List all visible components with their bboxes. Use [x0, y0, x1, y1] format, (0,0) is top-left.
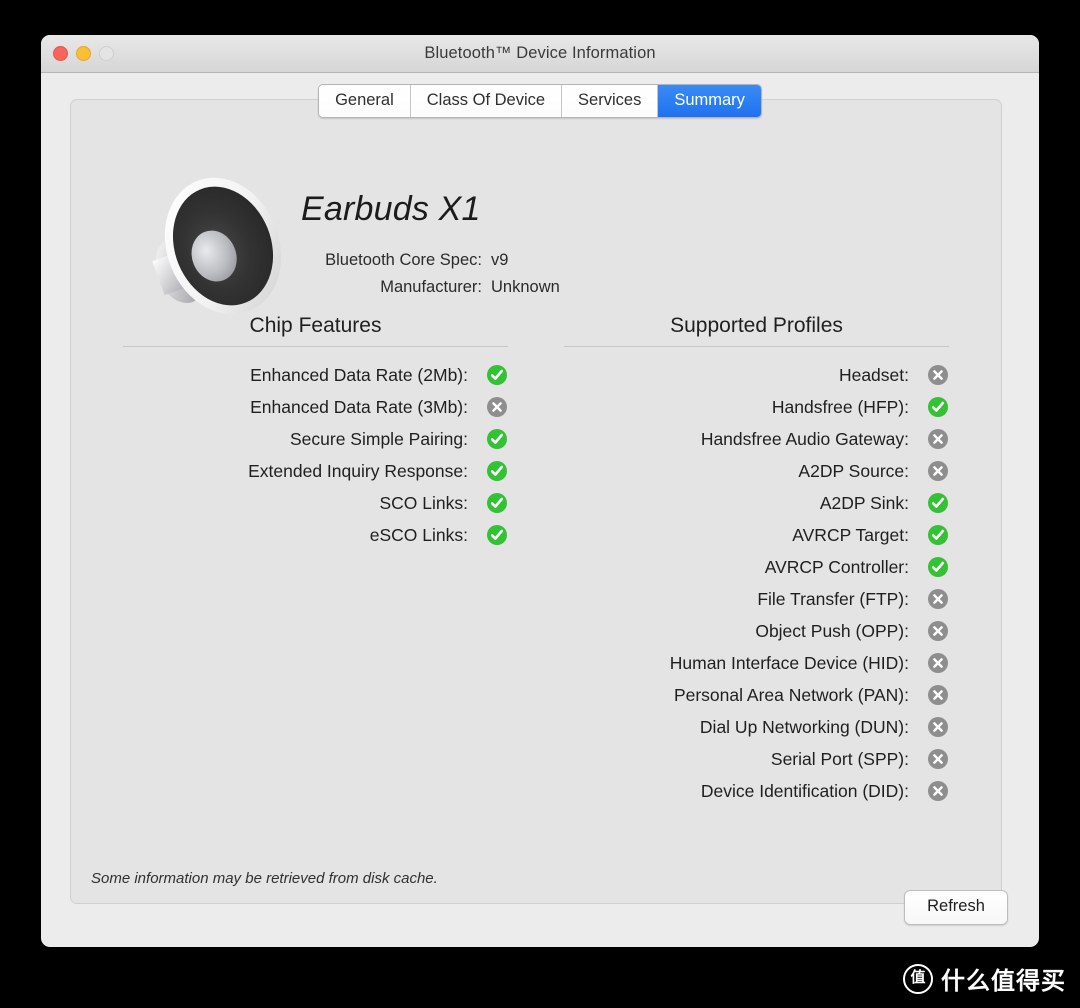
supported-profile-label: Handsfree Audio Gateway: — [700, 428, 909, 449]
tab-general[interactable]: General — [319, 85, 411, 117]
window-title: Bluetooth™ Device Information — [424, 44, 656, 62]
meta-row-core-spec: Bluetooth Core Spec: v9 — [221, 248, 631, 272]
supported-profiles-list: Headset: Handsfree (HFP): Handsfree Audio … — [564, 359, 949, 807]
supported-profile-row: File Transfer (FTP): — [564, 583, 949, 615]
supported-profile-label: Dial Up Networking (DUN): — [699, 716, 909, 737]
tab-group: General Class Of Device Services Summary — [318, 84, 762, 118]
status-supported-icon — [486, 460, 508, 482]
status-unsupported-icon — [927, 588, 949, 610]
status-supported-icon — [486, 364, 508, 386]
watermark-logo-icon: 值 — [903, 963, 933, 994]
supported-profile-row: Headset: — [564, 359, 949, 391]
close-button[interactable] — [53, 46, 68, 61]
supported-profile-label: Object Push (OPP): — [755, 620, 909, 641]
disk-cache-note: Some information may be retrieved from d… — [91, 870, 438, 887]
status-supported-icon — [486, 524, 508, 546]
supported-profile-row: Serial Port (SPP): — [564, 743, 949, 775]
status-unsupported-icon — [927, 364, 949, 386]
tab-class-of-device[interactable]: Class Of Device — [410, 85, 563, 117]
chip-features-divider — [123, 346, 508, 347]
supported-profile-row: A2DP Source: — [564, 455, 949, 487]
supported-profile-row: Dial Up Networking (DUN): — [564, 711, 949, 743]
traffic-light-buttons — [53, 46, 114, 61]
status-unsupported-icon — [927, 460, 949, 482]
zoom-button[interactable] — [99, 46, 114, 61]
tab-services[interactable]: Services — [562, 85, 659, 117]
refresh-button[interactable]: Refresh — [904, 890, 1008, 925]
chip-feature-label: Enhanced Data Rate (3Mb): — [250, 396, 468, 417]
status-unsupported-icon — [486, 396, 508, 418]
chip-feature-label: SCO Links: — [379, 492, 469, 513]
supported-profile-label: Handsfree (HFP): — [771, 396, 909, 417]
supported-profiles-divider — [564, 346, 949, 347]
device-header: Earbuds X1 Bluetooth Core Spec: v9 Manuf… — [71, 100, 1001, 315]
status-supported-icon — [927, 492, 949, 514]
status-unsupported-icon — [927, 652, 949, 674]
chip-feature-row: Extended Inquiry Response: — [123, 455, 508, 487]
meta-label-manufacturer: Manufacturer: — [380, 278, 482, 296]
watermark-text: 什么值得买 — [941, 968, 1066, 995]
chip-features-list: Enhanced Data Rate (2Mb): Enhanced Data R… — [123, 359, 508, 551]
status-unsupported-icon — [927, 428, 949, 450]
supported-profiles-title: Supported Profiles — [670, 314, 843, 337]
tab-summary[interactable]: Summary — [658, 85, 761, 117]
supported-profile-label: AVRCP Target: — [792, 524, 909, 545]
bluetooth-device-information-window: Bluetooth™ Device Information General Cl… — [41, 35, 1039, 947]
status-unsupported-icon — [927, 716, 949, 738]
supported-profile-row: Device Identification (DID): — [564, 775, 949, 807]
screen: Bluetooth™ Device Information General Cl… — [0, 0, 1080, 1008]
supported-profile-row: Handsfree (HFP): — [564, 391, 949, 423]
supported-profile-label: A2DP Source: — [798, 460, 909, 481]
status-supported-icon — [486, 428, 508, 450]
status-unsupported-icon — [927, 684, 949, 706]
status-supported-icon — [927, 524, 949, 546]
device-meta-list: Bluetooth Core Spec: v9 Manufacturer: Un… — [221, 248, 631, 302]
window-titlebar: Bluetooth™ Device Information — [41, 35, 1039, 73]
chip-feature-label: Secure Simple Pairing: — [290, 428, 468, 449]
supported-profile-label: Device Identification (DID): — [700, 780, 909, 801]
supported-profile-row: Handsfree Audio Gateway: — [564, 423, 949, 455]
chip-features-title: Chip Features — [249, 314, 382, 337]
supported-profile-row: A2DP Sink: — [564, 487, 949, 519]
tab-bar: General Class Of Device Services Summary — [41, 84, 1039, 118]
meta-row-manufacturer: Manufacturer: Unknown — [221, 275, 631, 299]
status-supported-icon — [927, 396, 949, 418]
supported-profile-row: AVRCP Controller: — [564, 551, 949, 583]
watermark: 值 什么值得买 — [903, 961, 1066, 996]
chip-feature-label: eSCO Links: — [369, 524, 468, 545]
meta-label-core-spec: Bluetooth Core Spec: — [325, 251, 482, 269]
summary-content-panel: Earbuds X1 Bluetooth Core Spec: v9 Manuf… — [70, 99, 1002, 904]
chip-feature-label: Enhanced Data Rate (2Mb): — [250, 364, 468, 385]
chip-feature-row: SCO Links: — [123, 487, 508, 519]
chip-feature-row: Secure Simple Pairing: — [123, 423, 508, 455]
meta-value-core-spec: v9 — [491, 251, 509, 269]
chip-feature-label: Extended Inquiry Response: — [248, 460, 468, 481]
supported-profile-row: Human Interface Device (HID): — [564, 647, 949, 679]
supported-profile-label: Human Interface Device (HID): — [669, 652, 909, 673]
supported-profile-label: Personal Area Network (PAN): — [673, 684, 909, 705]
status-supported-icon — [486, 492, 508, 514]
supported-profiles-column: Supported Profiles Headset: Handsfree (HF… — [536, 314, 1001, 807]
supported-profile-label: File Transfer (FTP): — [757, 588, 909, 609]
chip-feature-row: Enhanced Data Rate (2Mb): — [123, 359, 508, 391]
status-supported-icon — [927, 556, 949, 578]
supported-profile-row: AVRCP Target: — [564, 519, 949, 551]
supported-profile-label: A2DP Sink: — [819, 492, 909, 513]
chip-feature-row: Enhanced Data Rate (3Mb): — [123, 391, 508, 423]
supported-profile-row: Object Push (OPP): — [564, 615, 949, 647]
chip-feature-row: eSCO Links: — [123, 519, 508, 551]
device-name: Earbuds X1 — [301, 190, 481, 228]
status-unsupported-icon — [927, 620, 949, 642]
supported-profile-row: Personal Area Network (PAN): — [564, 679, 949, 711]
chip-features-column: Chip Features Enhanced Data Rate (2Mb): E… — [71, 314, 536, 807]
status-unsupported-icon — [927, 748, 949, 770]
minimize-button[interactable] — [76, 46, 91, 61]
supported-profile-label: Headset: — [838, 364, 909, 385]
speaker-icon — [137, 166, 287, 326]
feature-columns: Chip Features Enhanced Data Rate (2Mb): E… — [71, 314, 1001, 807]
supported-profile-label: AVRCP Controller: — [764, 556, 909, 577]
meta-value-manufacturer: Unknown — [491, 278, 560, 296]
supported-profile-label: Serial Port (SPP): — [770, 748, 909, 769]
status-unsupported-icon — [927, 780, 949, 802]
